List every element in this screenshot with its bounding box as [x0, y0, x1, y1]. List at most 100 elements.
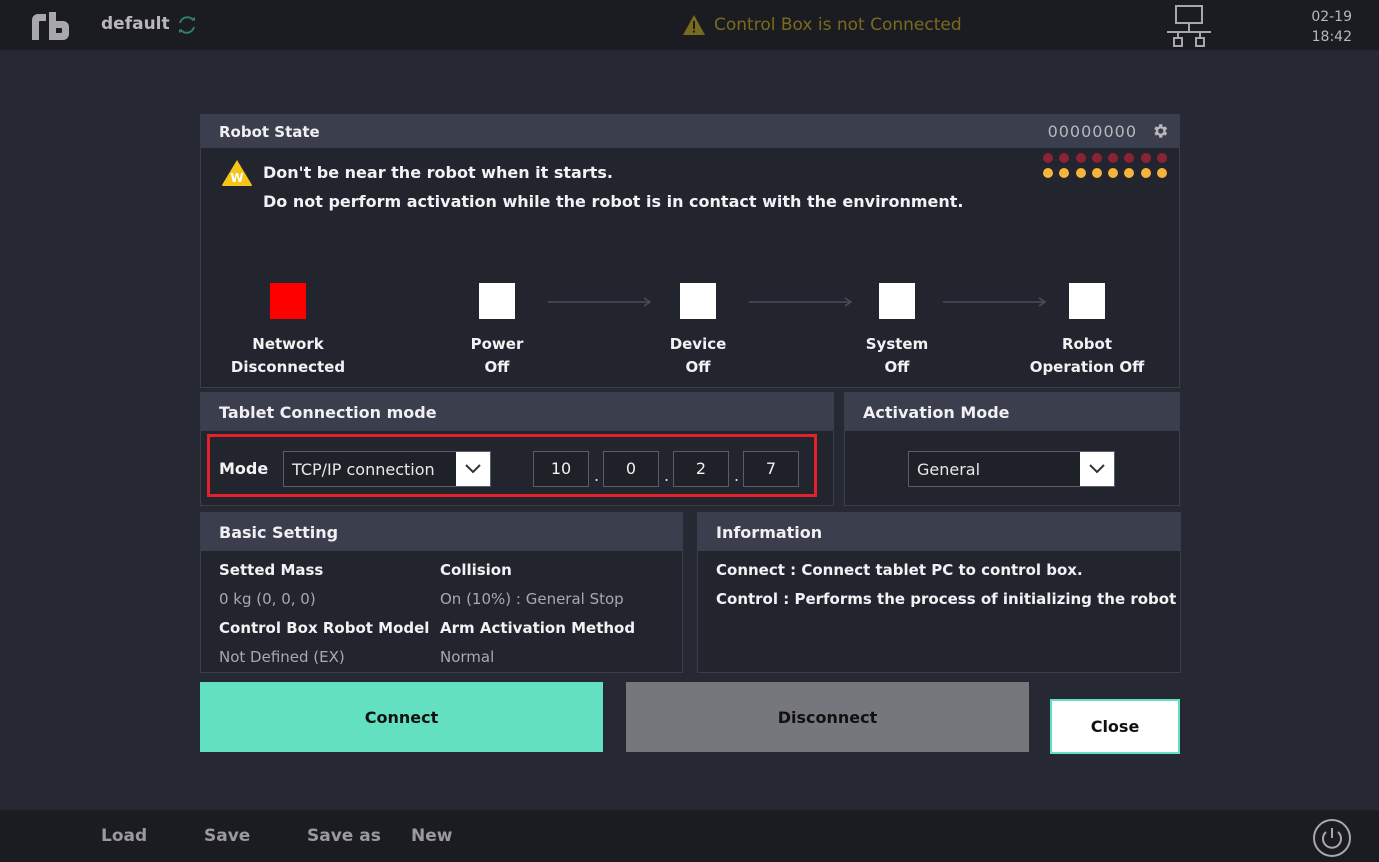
- step-network: Network Disconnected: [208, 283, 368, 379]
- basic-setting-header: Basic Setting: [201, 513, 682, 551]
- led: [1124, 168, 1135, 178]
- date: 02-19: [1311, 9, 1352, 25]
- status-leds: [1043, 153, 1167, 183]
- information-header: Information: [698, 513, 1180, 551]
- step-label: Robot: [1061, 335, 1113, 353]
- activation-steps: Network Disconnected Power Off Device Off S…: [201, 283, 1179, 383]
- top-bar: default Control Box is not Connected 02-…: [0, 0, 1379, 50]
- step-indicator: [479, 283, 515, 319]
- led: [1043, 168, 1053, 178]
- chevron-down-icon[interactable]: [1080, 452, 1114, 486]
- led: [1059, 168, 1070, 178]
- ip-octet-2[interactable]: 0: [603, 451, 659, 487]
- step-indicator: [270, 283, 306, 319]
- step-indicator: [879, 283, 915, 319]
- power-icon[interactable]: [1312, 818, 1352, 858]
- warning-line-2: Do not perform activation while the robo…: [263, 192, 964, 211]
- step-status: Off: [484, 358, 510, 376]
- tablet-connection-panel: Tablet Connection mode Mode TCP/IP conne…: [200, 392, 834, 506]
- led: [1091, 153, 1102, 163]
- arm-activation: Arm Activation Method Normal: [440, 614, 635, 672]
- mode-select-value: TCP/IP connection: [292, 459, 435, 479]
- sync-icon[interactable]: [176, 14, 198, 36]
- step-status: Off: [884, 358, 910, 376]
- ip-octet-1[interactable]: 10: [533, 451, 589, 487]
- ip-octet-4[interactable]: 7: [743, 451, 799, 487]
- information-title: Information: [716, 522, 823, 542]
- activation-mode-select[interactable]: General: [908, 451, 1115, 487]
- led: [1140, 153, 1151, 163]
- robot-model-value: Not Defined (EX): [219, 648, 345, 666]
- new-button[interactable]: New: [411, 826, 452, 846]
- time: 18:42: [1311, 29, 1352, 45]
- led: [1059, 153, 1070, 163]
- step-label: Network: [252, 335, 324, 353]
- robot-model-label: Control Box Robot Model: [219, 619, 430, 637]
- step-label: System: [865, 335, 929, 353]
- status-message: Control Box is not Connected: [714, 15, 962, 35]
- robot-state-header: Robot State 00000000: [201, 115, 1179, 148]
- mode-select[interactable]: TCP/IP connection: [283, 451, 491, 487]
- date-time: 02-19 18:42: [1300, 7, 1352, 47]
- robot-serial: 00000000: [1047, 122, 1137, 141]
- arm-activation-value: Normal: [440, 648, 495, 666]
- save-as-button[interactable]: Save as: [307, 826, 381, 846]
- led: [1156, 153, 1167, 163]
- robot-state-title: Robot State: [219, 122, 320, 141]
- project-name: default: [101, 14, 170, 34]
- close-button[interactable]: Close: [1050, 699, 1180, 754]
- step-status: Disconnected: [230, 358, 346, 376]
- collision-value: On (10%) : General Stop: [440, 590, 624, 608]
- warning-w-icon: W: [222, 160, 252, 186]
- step-robot-operation: Robot Operation Off: [1007, 283, 1167, 379]
- mode-label: Mode: [219, 459, 269, 478]
- led: [1156, 168, 1167, 178]
- basic-setting-panel: Basic Setting Setted Mass 0 kg (0, 0, 0)…: [200, 512, 683, 673]
- save-button[interactable]: Save: [204, 826, 250, 846]
- robot-model: Control Box Robot Model Not Defined (EX): [219, 614, 429, 672]
- led: [1108, 153, 1119, 163]
- led: [1043, 153, 1053, 163]
- activation-mode-title: Activation Mode: [863, 402, 1010, 422]
- ip-separator: .: [594, 466, 600, 485]
- connect-button[interactable]: Connect: [200, 682, 603, 752]
- tablet-connection-title: Tablet Connection mode: [219, 402, 437, 422]
- robot-state-panel: Robot State 00000000 W Don't be near the…: [200, 114, 1180, 388]
- rb-logo-icon: [32, 12, 69, 40]
- led: [1124, 153, 1135, 163]
- setted-mass-value: 0 kg (0, 0, 0): [219, 590, 316, 608]
- information-text: Connect : Connect tablet PC to control b…: [716, 556, 1176, 614]
- step-label: Device: [669, 335, 727, 353]
- ip-separator: .: [664, 466, 670, 485]
- step-status: Off: [685, 358, 711, 376]
- safety-warning: W Don't be near the robot when it starts…: [221, 159, 963, 216]
- tablet-connection-header: Tablet Connection mode: [201, 393, 833, 431]
- load-button[interactable]: Load: [101, 826, 147, 846]
- led-row-yellow: [1043, 168, 1167, 178]
- warning-triangle-icon: [683, 15, 705, 35]
- info-line-connect: Connect : Connect tablet PC to control b…: [716, 561, 1083, 579]
- activation-mode-panel: Activation Mode General: [844, 392, 1180, 506]
- setted-mass-label: Setted Mass: [219, 561, 324, 579]
- svg-text:W: W: [230, 171, 243, 185]
- led: [1091, 168, 1102, 178]
- network-icon[interactable]: [1166, 5, 1212, 47]
- setted-mass: Setted Mass 0 kg (0, 0, 0): [219, 556, 323, 614]
- activation-mode-value: General: [917, 459, 981, 479]
- step-indicator: [1069, 283, 1105, 319]
- activation-mode-header: Activation Mode: [845, 393, 1179, 431]
- step-status: Operation Off: [1029, 358, 1145, 376]
- led: [1140, 168, 1151, 178]
- bottom-bar: Load Save Save as New: [0, 810, 1379, 862]
- chevron-down-icon[interactable]: [456, 452, 490, 486]
- collision-label: Collision: [440, 561, 512, 579]
- arm-activation-label: Arm Activation Method: [440, 619, 636, 637]
- step-indicator: [680, 283, 716, 319]
- collision: Collision On (10%) : General Stop: [440, 556, 624, 614]
- led: [1075, 153, 1086, 163]
- disconnect-button[interactable]: Disconnect: [626, 682, 1029, 752]
- gear-icon[interactable]: [1151, 122, 1169, 140]
- connection-status: Control Box is not Connected: [682, 14, 962, 36]
- ip-separator: .: [734, 466, 740, 485]
- ip-octet-3[interactable]: 2: [673, 451, 729, 487]
